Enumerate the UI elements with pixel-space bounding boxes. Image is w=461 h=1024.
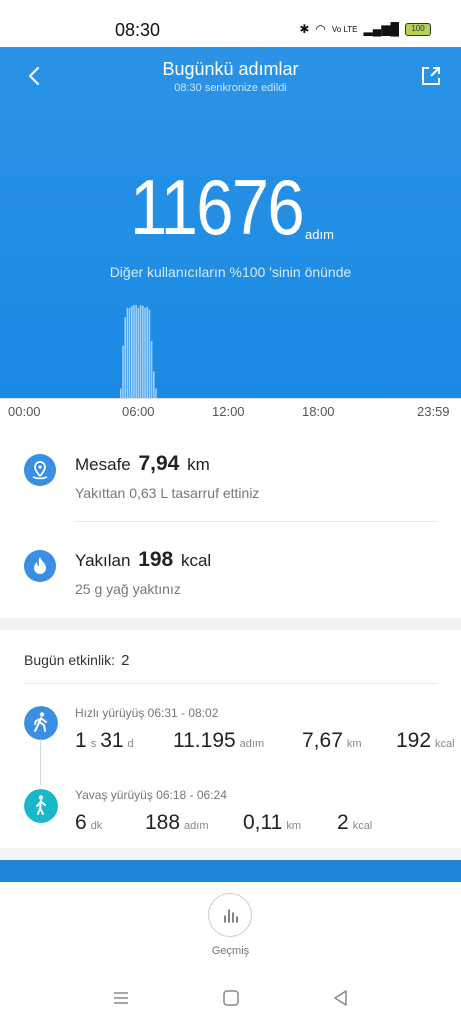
- battery-icon: 100: [405, 22, 431, 36]
- step-bar: [155, 388, 157, 398]
- summary-card: Mesafe 7,94 km Yakıttan 0,63 L tasarruf …: [0, 424, 461, 618]
- calories-title: Yakılan 198 kcal: [75, 548, 211, 572]
- slow-walk-icon: [24, 789, 58, 823]
- steps-value: 11.195: [173, 729, 236, 752]
- bluetooth-icon: ✱: [299, 22, 310, 36]
- activity-calories: 192 kcal: [396, 729, 461, 753]
- calories-unit: kcal: [352, 820, 373, 832]
- activities-count: 2: [121, 652, 130, 669]
- history-label: Geçmiş: [211, 945, 250, 957]
- step-bar: [135, 304, 137, 398]
- distance-unit: km: [187, 455, 210, 474]
- history-button[interactable]: [208, 893, 252, 937]
- activity-label: Hızlı yürüyüş 06:31 - 08:02: [75, 706, 219, 720]
- step-bar: [137, 307, 140, 398]
- bar-chart-icon: [224, 909, 238, 923]
- steps-value: 188: [145, 811, 181, 834]
- activity-distance: 0,11 km: [243, 811, 305, 835]
- activity-label: Yavaş yürüyüş 06:18 - 06:24: [75, 788, 227, 802]
- steps-chart: [120, 304, 157, 398]
- page-title: Bugünkü adımlar: [162, 59, 299, 79]
- back-nav-icon[interactable]: [331, 988, 351, 1008]
- step-bar: [133, 304, 135, 398]
- distance-unit: km: [346, 738, 362, 750]
- calories-value: 192: [396, 729, 432, 752]
- distance-value: 7,67: [302, 729, 343, 752]
- location-pin-icon: [24, 454, 56, 486]
- step-bar: [144, 307, 146, 398]
- activities-header-label: Bugün etkinlik:: [24, 652, 116, 668]
- volte-label: Vo LTE: [331, 24, 358, 34]
- step-unit: adım: [305, 227, 334, 242]
- status-icons: ✱ ◠ Vo LTE ▂▄▆█ 100: [299, 22, 431, 36]
- step-bar: [139, 304, 142, 398]
- calories-unit: kcal: [180, 551, 212, 570]
- activities-header: Bugün etkinlik: 2: [24, 652, 129, 669]
- activity-steps: 11.195 adım: [173, 729, 268, 753]
- step-bar: [126, 307, 129, 398]
- wifi-icon: ◠: [315, 22, 326, 36]
- step-bar: [128, 307, 131, 398]
- calories-unit: kcal: [435, 738, 455, 750]
- distance-value: 7,94: [138, 452, 180, 475]
- step-bar: [146, 306, 148, 398]
- tick-label: 00:00: [8, 404, 41, 419]
- bottom-bar: Geçmiş: [0, 882, 461, 1024]
- minutes-unit: dk: [90, 820, 103, 832]
- activity-distance: 7,67 km: [302, 729, 366, 753]
- tick-label: 18:00: [302, 404, 335, 419]
- step-bar: [153, 371, 155, 398]
- tick-label: 12:00: [212, 404, 245, 419]
- step-bar: [142, 305, 144, 398]
- step-count: 11676: [130, 163, 305, 251]
- signal-icon: ▂▄▆█: [363, 22, 399, 36]
- minutes-unit: d: [127, 738, 134, 750]
- steps-unit: adım: [239, 738, 265, 750]
- step-bar: [148, 309, 151, 398]
- calories-note: 25 g yağ yaktınız: [75, 581, 181, 597]
- distance-note: Yakıttan 0,63 L tasarruf ettiniz: [75, 485, 260, 501]
- share-icon[interactable]: [421, 66, 441, 86]
- step-bar: [120, 388, 122, 398]
- home-nav-icon[interactable]: [221, 988, 241, 1008]
- activities-card: Bugün etkinlik: 2 Hızlı yürüyüş 06:31 - 0…: [0, 630, 461, 848]
- step-bar: [150, 341, 153, 398]
- duration-hours: 1: [75, 729, 87, 752]
- next-card-edge: [0, 860, 461, 882]
- activity-calories: 2 kcal: [337, 811, 376, 835]
- status-time: 08:30: [115, 20, 161, 40]
- calories-label: Yakılan: [75, 551, 131, 570]
- steps-unit: adım: [184, 820, 209, 832]
- timeline-connector: [40, 739, 41, 785]
- activity-duration: 1 s 31 d: [75, 729, 138, 753]
- time-axis: 00:00 06:00 12:00 18:00 23:59: [0, 398, 461, 424]
- divider: [75, 521, 437, 522]
- step-bar: [124, 317, 126, 398]
- distance-label: Mesafe: [75, 455, 131, 474]
- duration-minutes: 31: [100, 729, 124, 752]
- menu-nav-icon[interactable]: [111, 988, 131, 1008]
- distance-title: Mesafe 7,94 km: [75, 452, 210, 476]
- step-bar: [131, 305, 133, 398]
- hours-unit: s: [90, 738, 97, 750]
- tick-label: 06:00: [122, 404, 155, 419]
- steps-hero: Bugünkü adımlar 08:30 senkronize edildi …: [0, 47, 461, 398]
- distance-unit: km: [286, 820, 301, 832]
- duration-minutes: 6: [75, 811, 87, 834]
- calories-value: 198: [138, 548, 174, 571]
- divider: [24, 683, 437, 684]
- sync-status: 08:30 senkronize edildi: [174, 82, 287, 94]
- activity-steps: 188 adım: [145, 811, 213, 835]
- distance-value: 0,11: [243, 811, 283, 834]
- status-bar: 08:30 ✱ ◠ Vo LTE ▂▄▆█ 100: [0, 0, 461, 47]
- calories-value: 2: [337, 811, 349, 834]
- ranking-text: Diğer kullanıcıların %100 'sinin önünde: [109, 264, 352, 280]
- brisk-walk-icon: [24, 706, 58, 740]
- step-bar: [122, 345, 124, 398]
- flame-icon: [24, 550, 56, 582]
- tick-label: 23:59: [417, 404, 450, 419]
- activity-duration: 6 dk: [75, 811, 106, 835]
